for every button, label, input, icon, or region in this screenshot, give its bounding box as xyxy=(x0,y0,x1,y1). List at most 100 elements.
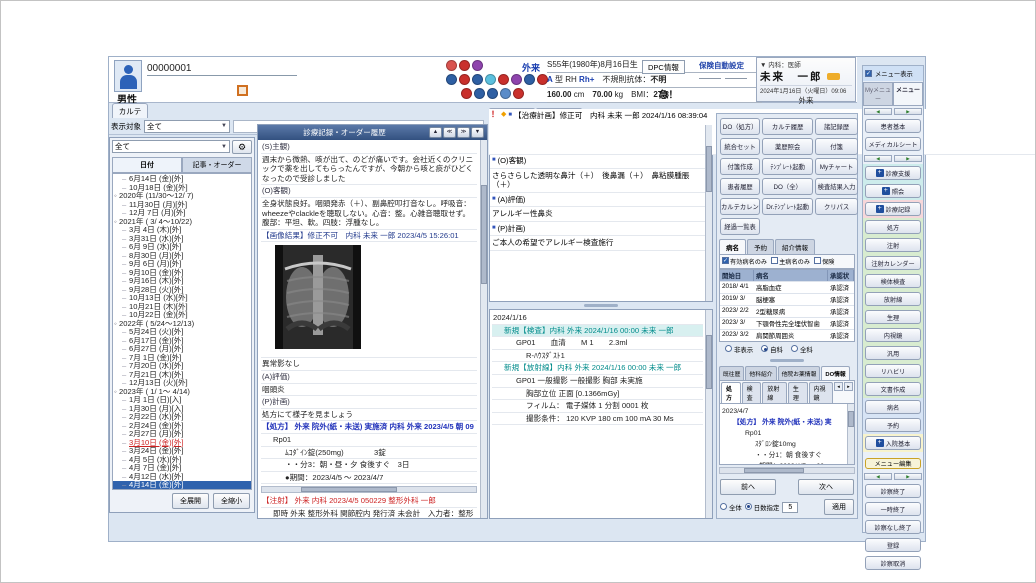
quick-action-button[interactable]: 統合セット xyxy=(720,138,760,155)
subtab-prescription[interactable]: 処方 xyxy=(721,382,741,403)
subtab-scroll-right-icon[interactable]: ▸ xyxy=(844,382,853,391)
tab-other-hospital-meds[interactable]: 他院お薬情報 xyxy=(778,366,821,380)
tab-reservation[interactable]: 予約 xyxy=(747,239,774,254)
diagnosis-row[interactable]: 2023/ 3/ 下顎骨性完全埋伏智歯 承認済 xyxy=(720,317,854,329)
page-prev-icon[interactable]: ≪ xyxy=(443,127,456,138)
category-select[interactable]: 全て▼ xyxy=(112,140,230,153)
quick-action-button[interactable]: Dr.ﾃﾝﾌﾟﾚｰﾄ起動 xyxy=(762,198,813,215)
menu-button[interactable]: +登録 xyxy=(865,538,921,552)
check-main-diagnosis[interactable]: 主病名のみ xyxy=(771,257,810,266)
do-line[interactable]: 2023/4/7 xyxy=(721,406,846,417)
quick-action-button[interactable]: 諸記録歴 xyxy=(815,118,858,135)
quick-action-button[interactable]: 検査結果入力 xyxy=(815,178,858,195)
quick-action-button[interactable]: Myチャート xyxy=(815,158,858,175)
department-select[interactable]: ▼ 内科：医師 xyxy=(760,59,852,69)
prev-button[interactable]: 前へ xyxy=(720,479,776,495)
order-line[interactable]: 新規【検査】内科 外来 2024/1/16 00:00 未来 一郎 xyxy=(492,325,703,338)
filter-icon[interactable]: ▼ xyxy=(471,127,484,138)
record-vscrollbar[interactable] xyxy=(480,140,487,518)
subtab-lab[interactable]: 検査 xyxy=(742,382,762,403)
menu-button[interactable]: +リハビリ xyxy=(865,364,921,378)
quick-action-button[interactable]: カルテカレンダー xyxy=(720,198,760,215)
do-hscrollbar[interactable] xyxy=(719,467,855,474)
menu-button[interactable]: +診察なし終了 xyxy=(865,520,921,534)
menu-button[interactable]: +予約 xyxy=(865,418,921,432)
menu-scroll-left-icon[interactable]: ◀ xyxy=(864,473,892,480)
menu-button[interactable]: +放射線 xyxy=(865,292,921,306)
quick-action-button[interactable]: 患者履歴 xyxy=(720,178,760,195)
radio-all-dept[interactable]: 全科 xyxy=(791,345,813,354)
do-line[interactable]: ●期間：2023/4/7 ～ 20 xyxy=(721,461,846,464)
date-tree-item[interactable]: 4月14日 (金)[外] xyxy=(113,481,251,490)
order-line[interactable]: GP01 一般撮影 一般撮影 胸部 未実施 xyxy=(492,375,703,388)
insurance-auto-label[interactable]: 保険自動設定 xyxy=(699,60,751,81)
menu-button[interactable]: +入院基本 xyxy=(865,436,921,450)
menu-button[interactable]: +診察終了 xyxy=(865,484,921,498)
page-next-icon[interactable]: ≫ xyxy=(457,127,470,138)
do-line[interactable]: ・・分1：朝 食後すぐ xyxy=(721,450,846,461)
tab-article-order[interactable]: 記事・オーダー xyxy=(182,157,252,173)
order-line[interactable]: R-ﾊｳｽﾀﾞｽﾄ1 xyxy=(492,350,703,363)
tab-do-info[interactable]: DO情報 xyxy=(821,366,849,380)
subtab-radiology[interactable]: 放射線 xyxy=(762,382,787,403)
radio-day-count[interactable]: 日数指定 xyxy=(745,503,780,512)
menu-button[interactable]: +メディカルシート xyxy=(865,137,921,151)
check-active-diagnosis[interactable]: 有効病名のみ xyxy=(722,257,767,266)
tab-date-list[interactable]: 日付 xyxy=(112,157,182,173)
menu-button[interactable]: +病名 xyxy=(865,400,921,414)
menu-button[interactable]: +注射 xyxy=(865,238,921,252)
order-line[interactable]: 2024/1/16 xyxy=(492,312,703,325)
quick-action-button[interactable]: クリパス xyxy=(815,198,858,215)
diagnosis-row[interactable]: 2019/ 3/ 脳梗塞 承認済 xyxy=(720,293,854,305)
menu-button[interactable]: +診療記録 xyxy=(865,202,921,216)
order-line[interactable]: 新規【放射線】内科 外来 2024/1/16 00:00 未来 一郎 xyxy=(492,362,703,375)
diagnosis-row[interactable]: 2023/ 3/2 肩関節周囲炎 承認済 xyxy=(720,329,854,341)
soap-entry[interactable]: ！ ◆ ■ 【治療計画】修正可 内科 未来 一郎 2024/1/16 08:39… xyxy=(490,125,705,155)
menu-button[interactable]: +一時終了 xyxy=(865,502,921,516)
quick-action-button[interactable]: DO（全） xyxy=(762,178,813,195)
visit-date-tree[interactable]: 6月14日 (金)[外]10月18日 (金)[外]2020年 (11/30～12… xyxy=(112,173,252,490)
menu-button[interactable]: +注射カレンダー xyxy=(865,256,921,270)
plus-icon[interactable]: + xyxy=(882,187,890,195)
quick-action-button[interactable]: 経過一覧表 xyxy=(720,218,760,235)
soap-entry[interactable]: ！ ◆ ■ (P)計画) xyxy=(490,222,705,237)
menu-button[interactable]: +文書作成 xyxy=(865,382,921,396)
menu-scroll-right-icon[interactable]: ▶ xyxy=(894,473,922,480)
quick-action-button[interactable]: DO（処方） xyxy=(720,118,760,135)
panel-splitter[interactable] xyxy=(489,302,713,309)
menu-scroll-right-icon[interactable]: ▶ xyxy=(894,108,922,115)
subtab-scroll-left-icon[interactable]: ◂ xyxy=(834,382,843,391)
quick-action-button[interactable]: ﾃﾝﾌﾟﾚｰﾄ起動 xyxy=(762,158,813,175)
plus-icon[interactable]: + xyxy=(876,169,884,177)
do-line[interactable]: 【処方】 外来 院外(紙・未送) 実 xyxy=(721,417,846,428)
day-count-input[interactable] xyxy=(782,502,798,513)
menu-button[interactable]: +検体検査 xyxy=(865,274,921,288)
filter-select[interactable]: 全て▼ xyxy=(144,120,230,133)
soap-entry[interactable]: ！ ◆ ■ (A)評価) xyxy=(490,193,705,208)
menu-button[interactable]: +診療支援 xyxy=(865,166,921,180)
tab-my-menu[interactable]: Myメニュー xyxy=(863,82,893,106)
quick-action-button[interactable]: 付箋作成 xyxy=(720,158,760,175)
menu-button[interactable]: +生理 xyxy=(865,310,921,324)
plus-icon[interactable]: + xyxy=(876,205,884,213)
gear-icon[interactable]: ⚙ xyxy=(232,140,252,154)
diagnosis-row[interactable]: 2023/ 2/2 2型糖尿病 承認済 xyxy=(720,305,854,317)
right-panel-splitter[interactable] xyxy=(719,357,855,364)
scroll-top-icon[interactable]: ▲ xyxy=(429,127,442,138)
quick-action-button[interactable]: カルテ履歴 xyxy=(762,118,813,135)
expand-all-button[interactable]: 全展開 xyxy=(172,493,209,509)
do-vscrollbar[interactable] xyxy=(847,404,854,464)
menu-scroll-left-icon[interactable]: ◀ xyxy=(864,155,892,162)
menu-button[interactable]: +診察取消 xyxy=(865,556,921,570)
soap-entry[interactable]: ！ ◆ ■ さらさらした透明な鼻汁（＋） 後鼻漏（＋） 鼻粘膜腫脹（＋） xyxy=(490,169,705,193)
tab-referral-info[interactable]: 紹介情報 xyxy=(775,239,815,254)
order-line[interactable]: 撮影条件： 120 KVP 180 cm 100 mA 30 Ms xyxy=(492,413,703,426)
menu-scroll-left-icon[interactable]: ◀ xyxy=(864,108,892,115)
radio-own-dept[interactable]: 自科 xyxy=(761,345,783,354)
radio-hide[interactable]: 非表示 xyxy=(725,345,753,354)
do-line[interactable]: ｽﾀﾞﾛﾝ錠10mg xyxy=(721,439,846,450)
next-button[interactable]: 次へ xyxy=(798,479,854,495)
tab-past-history[interactable]: 既往歴 xyxy=(719,366,744,380)
record-hscrollbar[interactable] xyxy=(261,486,477,493)
order-line[interactable]: 胸部立位 正面 [0.1366mGy] xyxy=(492,388,703,401)
